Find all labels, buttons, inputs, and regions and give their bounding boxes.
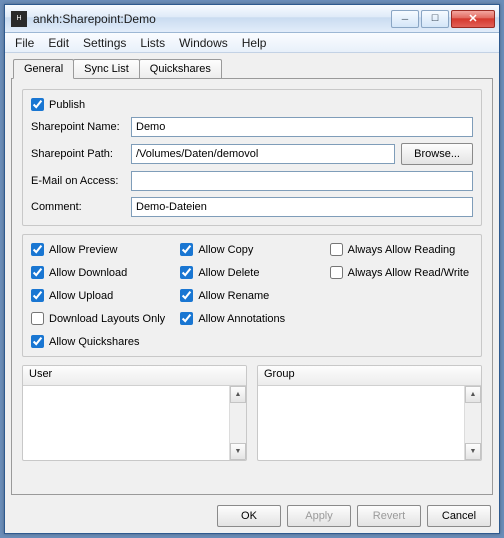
ok-button[interactable]: OK — [217, 505, 281, 527]
minimize-button[interactable]: ─ — [391, 10, 419, 28]
tab-panel-general: Publish Sharepoint Name: Sharepoint Path… — [11, 78, 493, 495]
user-scrollbar[interactable]: ▲ ▼ — [229, 386, 246, 460]
close-button[interactable]: ✕ — [451, 10, 495, 28]
menu-settings[interactable]: Settings — [77, 34, 132, 52]
cb-allow-delete[interactable]: Allow Delete — [180, 266, 323, 279]
path-input[interactable] — [131, 144, 395, 164]
comment-input[interactable] — [131, 197, 473, 217]
publish-label: Publish — [49, 99, 85, 111]
group-basic: Publish Sharepoint Name: Sharepoint Path… — [22, 89, 482, 226]
group-permissions: Allow Preview Allow Copy Always Allow Re… — [22, 234, 482, 357]
titlebar: H ankh:Sharepoint:Demo ─ ☐ ✕ — [5, 5, 499, 33]
group-header: Group — [258, 366, 481, 386]
maximize-button[interactable]: ☐ — [421, 10, 449, 28]
menu-file[interactable]: File — [9, 34, 40, 52]
browse-button[interactable]: Browse... — [401, 143, 473, 165]
cb-allow-copy[interactable]: Allow Copy — [180, 243, 323, 256]
group-scrollbar[interactable]: ▲ ▼ — [464, 386, 481, 460]
email-label: E-Mail on Access: — [31, 175, 125, 187]
cb-allow-upload[interactable]: Allow Upload — [31, 289, 174, 302]
apply-button[interactable]: Apply — [287, 505, 351, 527]
cb-download-layouts[interactable]: Download Layouts Only — [31, 312, 174, 325]
dialog-buttons: OK Apply Revert Cancel — [11, 495, 493, 527]
tab-general[interactable]: General — [13, 59, 74, 79]
menu-windows[interactable]: Windows — [173, 34, 234, 52]
app-window: H ankh:Sharepoint:Demo ─ ☐ ✕ File Edit S… — [4, 4, 500, 534]
group-listbox[interactable]: Group ▲ ▼ — [257, 365, 482, 461]
cancel-button[interactable]: Cancel — [427, 505, 491, 527]
cb-allow-quickshares[interactable]: Allow Quickshares — [31, 335, 174, 348]
cb-allow-annotations[interactable]: Allow Annotations — [180, 312, 323, 325]
client-area: General Sync List Quickshares Publish Sh… — [5, 53, 499, 533]
cb-allow-preview[interactable]: Allow Preview — [31, 243, 174, 256]
scroll-down-icon[interactable]: ▼ — [230, 443, 246, 460]
publish-input[interactable] — [31, 98, 44, 111]
user-header: User — [23, 366, 246, 386]
app-icon: H — [11, 11, 27, 27]
menubar: File Edit Settings Lists Windows Help — [5, 33, 499, 53]
tab-quickshares[interactable]: Quickshares — [139, 59, 222, 79]
window-controls: ─ ☐ ✕ — [391, 10, 495, 28]
spacer — [330, 289, 473, 302]
menu-lists[interactable]: Lists — [134, 34, 171, 52]
user-listbox[interactable]: User ▲ ▼ — [22, 365, 247, 461]
cb-allow-rename[interactable]: Allow Rename — [180, 289, 323, 302]
tab-strip: General Sync List Quickshares — [11, 59, 493, 79]
cb-always-reading[interactable]: Always Allow Reading — [330, 243, 473, 256]
email-input[interactable] — [131, 171, 473, 191]
window-title: ankh:Sharepoint:Demo — [33, 12, 391, 26]
path-label: Sharepoint Path: — [31, 148, 125, 160]
cb-allow-download[interactable]: Allow Download — [31, 266, 174, 279]
spacer — [330, 312, 473, 325]
scroll-up-icon[interactable]: ▲ — [230, 386, 246, 403]
scroll-down-icon[interactable]: ▼ — [465, 443, 481, 460]
scroll-up-icon[interactable]: ▲ — [465, 386, 481, 403]
lists-row: User ▲ ▼ Group ▲ ▼ — [22, 365, 482, 461]
menu-help[interactable]: Help — [236, 34, 273, 52]
cb-always-rw[interactable]: Always Allow Read/Write — [330, 266, 473, 279]
comment-label: Comment: — [31, 201, 125, 213]
revert-button[interactable]: Revert — [357, 505, 421, 527]
tab-synclist[interactable]: Sync List — [73, 59, 140, 79]
name-input[interactable] — [131, 117, 473, 137]
publish-checkbox[interactable]: Publish — [31, 98, 85, 111]
menu-edit[interactable]: Edit — [42, 34, 75, 52]
name-label: Sharepoint Name: — [31, 121, 125, 133]
